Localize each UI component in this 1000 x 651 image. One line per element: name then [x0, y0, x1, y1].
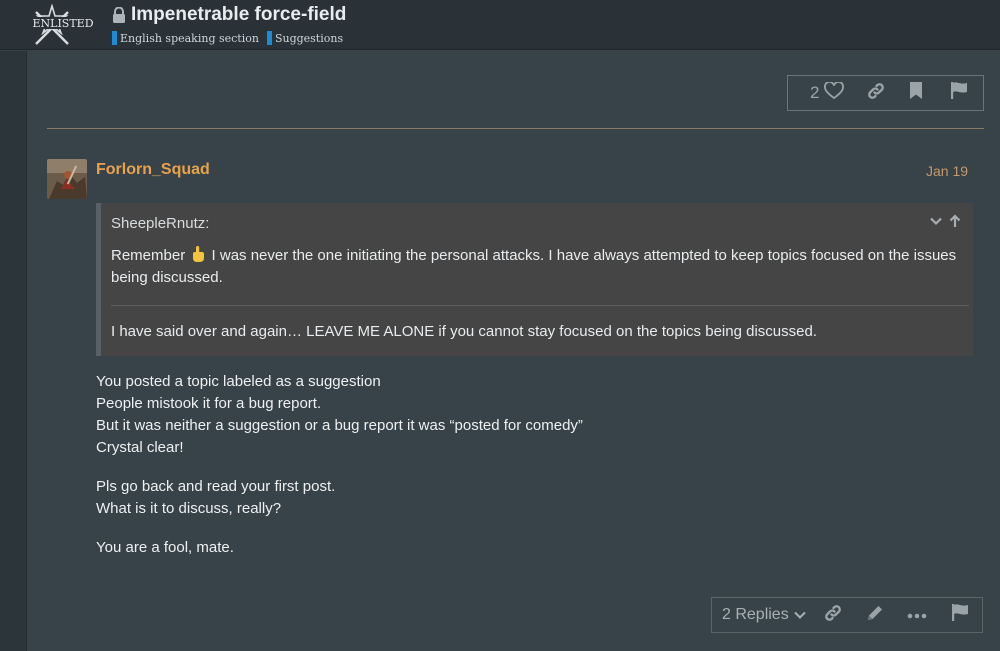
- quote-paragraph: Remember I was never the one initiating …: [111, 245, 961, 289]
- post-line: You posted a topic labeled as a suggesti…: [96, 373, 381, 390]
- flag-icon[interactable]: [951, 603, 969, 627]
- post-actions: 2 Replies: [711, 597, 983, 633]
- post-date[interactable]: Jan 19: [926, 163, 968, 179]
- link-icon[interactable]: [823, 603, 843, 628]
- replies-label: 2 Replies: [722, 606, 789, 623]
- post-divider: [47, 128, 984, 129]
- post-line: Pls go back and read your first post.: [96, 478, 336, 495]
- topic-header: Impenetrable force-field English speakin…: [112, 4, 351, 45]
- quote-separator: [111, 305, 969, 306]
- enlisted-logo[interactable]: ENLISTED: [30, 3, 98, 46]
- left-gutter: [0, 51, 27, 651]
- arrow-up-icon[interactable]: [949, 214, 961, 233]
- flag-icon[interactable]: [950, 81, 968, 105]
- post-paragraph-3: You are a fool, mate.: [96, 537, 976, 559]
- heart-icon[interactable]: [824, 80, 845, 105]
- category-color-bar: [266, 31, 272, 45]
- lock-icon: [112, 6, 126, 23]
- site-header: ENLISTED Impenetrable force-field Englis…: [0, 0, 1000, 50]
- post-line: Crystal clear!: [96, 439, 184, 456]
- topic-title[interactable]: Impenetrable force-field: [131, 4, 346, 26]
- post-line: But it was neither a suggestion or a bug…: [96, 417, 583, 434]
- post-paragraph-2: Pls go back and read your first post. Wh…: [96, 476, 976, 520]
- replies-button[interactable]: 2 Replies: [722, 606, 807, 624]
- quote-author[interactable]: SheepleRnutz:: [111, 215, 209, 232]
- avatar[interactable]: [47, 159, 87, 199]
- quote-text-start: Remember: [111, 247, 186, 264]
- quote-paragraph-2: I have said over and again… LEAVE ME ALO…: [111, 323, 817, 340]
- chevron-down-icon: [793, 611, 806, 619]
- post-paragraph-1: You posted a topic labeled as a suggesti…: [96, 371, 976, 459]
- category-label: Suggestions: [274, 31, 344, 45]
- post-line: What is it to discuss, really?: [96, 500, 282, 517]
- point-up-emoji-icon: [191, 245, 205, 263]
- category-label: English speaking section: [120, 31, 259, 45]
- category-badge-suggestions[interactable]: Suggestions: [266, 31, 344, 45]
- post-username[interactable]: Forlorn_Squad: [96, 161, 210, 179]
- post-line: You are a fool, mate.: [96, 539, 234, 556]
- category-color-bar: [112, 31, 117, 45]
- post-line: People mistook it for a bug report.: [96, 395, 322, 412]
- link-icon[interactable]: [866, 81, 886, 106]
- chevron-down-icon[interactable]: [929, 214, 943, 233]
- edit-icon[interactable]: [865, 603, 885, 628]
- bookmark-icon[interactable]: [908, 81, 924, 105]
- quote-text-rest: I was never the one initiating the perso…: [111, 247, 957, 286]
- quote-block: SheepleRnutz: Remember I was never the o…: [96, 203, 973, 356]
- category-badge-english[interactable]: English speaking section: [112, 31, 259, 45]
- logo-text: ENLISTED: [32, 17, 93, 30]
- more-icon[interactable]: [907, 606, 927, 624]
- previous-post-actions: 2: [787, 75, 984, 111]
- like-count[interactable]: 2: [810, 83, 819, 103]
